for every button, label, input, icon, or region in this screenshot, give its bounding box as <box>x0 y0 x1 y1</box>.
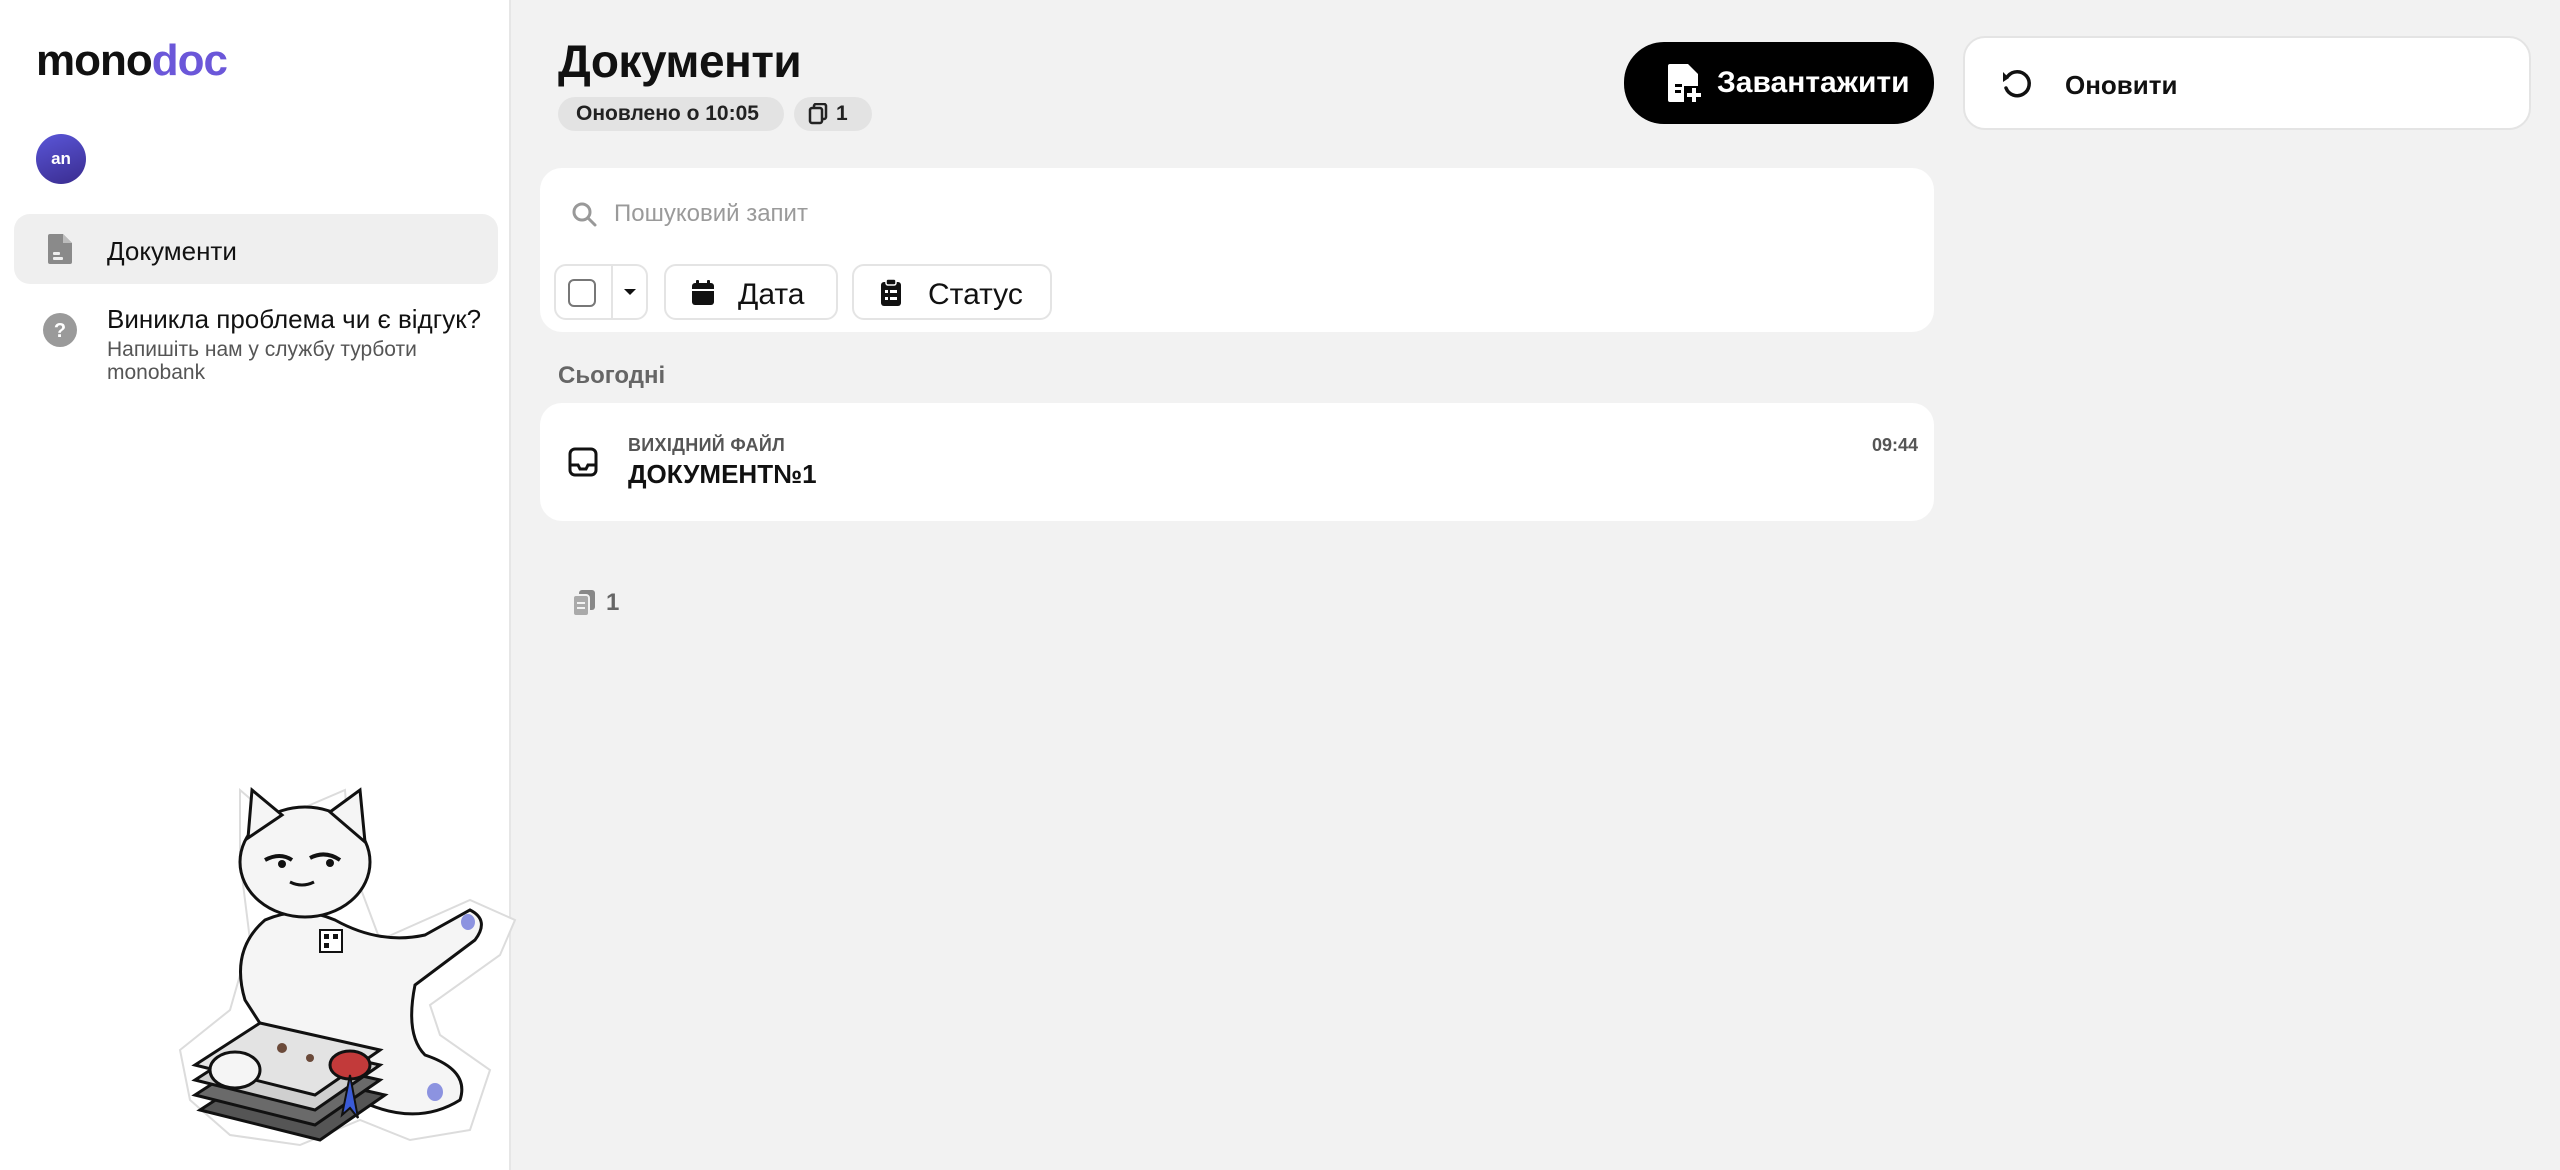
clipboard-icon <box>881 278 901 306</box>
group-header-today: Сьогодні <box>558 362 666 389</box>
chevron-down-icon[interactable] <box>622 286 638 298</box>
document-type: ВИХІДНИЙ ФАЙЛ <box>628 435 786 455</box>
documents-copy-icon <box>808 103 828 125</box>
document-count-badge: 1 <box>794 97 872 131</box>
question-icon: ? <box>43 313 77 347</box>
upload-button[interactable]: Завантажити <box>1624 42 1934 124</box>
search-input[interactable] <box>614 192 1894 236</box>
refresh-button[interactable]: Оновити <box>1963 36 2531 130</box>
search-panel: Дата Статус <box>540 168 1934 332</box>
select-all-checkbox[interactable] <box>568 279 596 307</box>
total-documents-counter: 1 <box>570 588 619 618</box>
cat-mascot-illustration <box>178 787 517 1147</box>
date-filter-button[interactable]: Дата <box>664 264 838 320</box>
divider <box>611 266 613 318</box>
bulk-select-control[interactable] <box>554 264 648 320</box>
document-icon <box>48 234 72 264</box>
monodoc-logo[interactable]: monodoc <box>36 36 228 86</box>
search-icon <box>572 202 597 227</box>
avatar[interactable]: an <box>36 134 86 184</box>
help-title: Виникла проблема чи є відгук? <box>107 304 482 334</box>
sidebar-item-documents[interactable]: Документи <box>14 214 498 284</box>
status-filter-button[interactable]: Статус <box>852 264 1052 320</box>
sidebar-item-label: Документи <box>107 236 237 266</box>
help-subtitle: Напишіть нам у службу турботи monobank <box>107 338 417 384</box>
document-row[interactable]: ВИХІДНИЙ ФАЙЛ ДОКУМЕНТ№1 09:44 <box>540 403 1934 521</box>
refresh-icon <box>2003 69 2031 98</box>
help-feedback-link[interactable]: ? Виникла проблема чи є відгук? Напишіть… <box>14 300 498 390</box>
calendar-icon <box>692 280 714 305</box>
page-title: Документи <box>558 35 802 87</box>
last-updated-badge: Оновлено о 10:05 <box>558 97 784 131</box>
document-name: ДОКУМЕНТ№1 <box>628 459 817 489</box>
inbox-icon <box>568 447 598 477</box>
sidebar: monodoc an Документи ? Виникла проблема … <box>0 0 517 1170</box>
documents-stack-icon <box>572 590 595 617</box>
file-add-icon <box>1668 64 1701 102</box>
svg-text:?: ? <box>54 320 66 342</box>
document-time: 09:44 <box>1871 435 1918 455</box>
